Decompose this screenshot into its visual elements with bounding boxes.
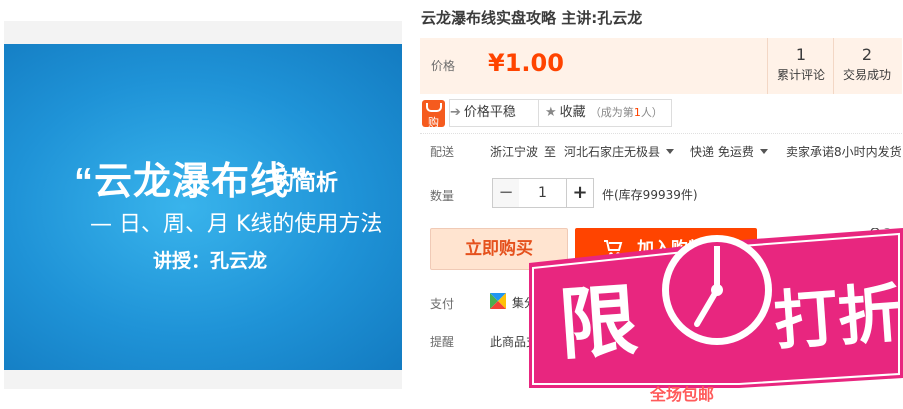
stock-text: 件(库存99939件) [602, 188, 698, 202]
price-trend-label: 价格平稳 [463, 105, 516, 120]
buy-badge-label: 购 [428, 116, 439, 129]
ship-destination: 河北石家庄无极县 [564, 145, 661, 159]
payment-method-icon [490, 293, 506, 309]
product-title: 云龙瀑布线实盘攻略 主讲:孔云龙 [421, 9, 643, 27]
ship-destination-select[interactable]: 河北石家庄无极县 [564, 143, 675, 160]
favorite-note-pre: （成为第 [589, 106, 634, 119]
ship-method: 快递 免运费 [690, 145, 754, 159]
reviews-count: 1 [795, 45, 807, 64]
arrow-right-icon: ➔ [450, 105, 461, 120]
favorite-label: 收藏 [559, 105, 586, 120]
deals-label: 交易成功 [842, 68, 891, 82]
reviews-stat[interactable]: 1 累计评论 [767, 38, 834, 94]
payment-label: 支付 [430, 297, 455, 311]
chevron-down-icon [666, 149, 675, 154]
favorite-count: 1 [633, 106, 641, 119]
shopping-bag-icon: 购 [422, 100, 445, 129]
quantity-label: 数量 [430, 189, 455, 203]
ship-promise: 卖家承诺8小时内发货 [786, 145, 902, 159]
cover-author: 讲授：孔云龙 [153, 250, 268, 272]
limited-discount-badge: 限 打折 [529, 228, 903, 388]
shipping-label: 配送 [430, 145, 455, 159]
quantity-increase-button[interactable]: + [566, 178, 594, 208]
price-label: 价格 [431, 59, 456, 73]
price-panel: 价格 ¥1.00 1 累计评论 2 交易成功 [420, 38, 902, 94]
badge-text-rest: 打折 [772, 277, 903, 360]
ship-from: 浙江宁波 [490, 145, 539, 159]
ship-method-select[interactable]: 快递 免运费 [690, 143, 768, 160]
badge-subtext: 全场包邮 [650, 385, 715, 404]
quantity-decrease-button[interactable]: − [492, 178, 520, 208]
favorite-note: （成为第1人） [590, 106, 663, 119]
badge-text-main: 限 [556, 276, 640, 371]
cover-title-suffix: 的简析 [272, 171, 339, 196]
ship-to-word: 至 [544, 145, 557, 159]
remind-label: 提醒 [430, 335, 455, 349]
quantity-input[interactable]: 1 [519, 178, 566, 208]
star-icon: ★ [545, 105, 557, 120]
chevron-down-icon [759, 149, 768, 154]
favorite-note-post: 人） [640, 106, 663, 119]
cover-subtitle: — 日、周、月 K线的使用方法 [90, 212, 383, 237]
divider [420, 133, 902, 134]
deals-stat[interactable]: 2 交易成功 [833, 38, 900, 94]
price-trend-button[interactable]: ➔ 价格平稳 [449, 99, 539, 127]
deals-count: 2 [861, 45, 873, 64]
reviews-label: 累计评论 [776, 68, 825, 82]
favorite-button[interactable]: ★ 收藏 （成为第1人） [538, 99, 672, 127]
price-value: ¥1.00 [488, 49, 564, 77]
